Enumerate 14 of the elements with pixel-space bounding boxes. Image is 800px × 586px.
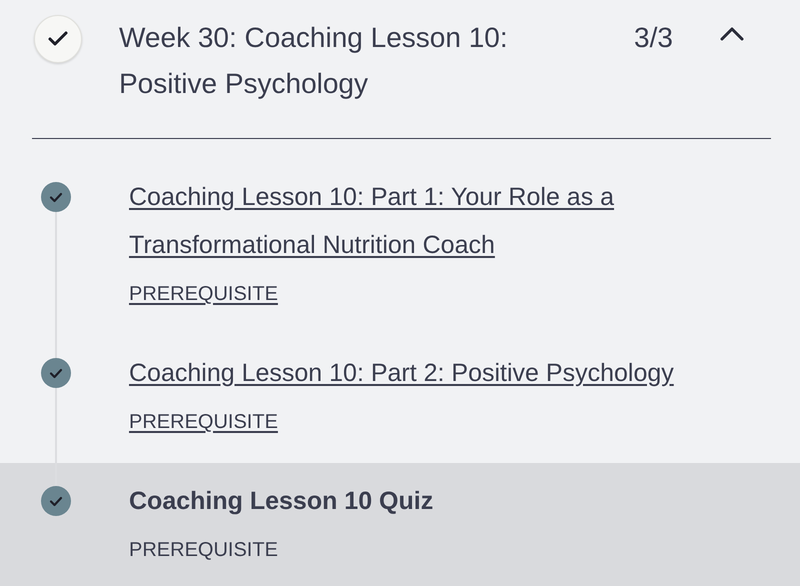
check-icon [47,30,69,48]
progress-count: 3/3 [634,21,673,55]
lesson-title: Coaching Lesson 10 Quiz [129,486,434,517]
lesson-link[interactable]: Coaching Lesson 10: Part 1: Your Role as a Transformational Nutrition Coach [129,173,749,269]
prerequisite-link[interactable]: PREREQUISITE [129,405,278,439]
chevron-icon[interactable] [718,25,745,43]
check-icon [49,496,63,506]
prerequisite-link[interactable]: PREREQUISITE [129,277,278,311]
lesson-row-highlight[interactable]: Coaching Lesson 10 Quiz PREREQUISITE [0,463,800,586]
check-icon [49,368,63,378]
week-title: Week 30: Coaching Lesson 10: Positive Psychology [119,21,509,101]
check-icon [49,192,63,202]
lesson-link[interactable]: Coaching Lesson 10: Part 2: Positive Psychology [129,349,749,397]
prerequisite-label: PREREQUISITE [129,538,278,563]
